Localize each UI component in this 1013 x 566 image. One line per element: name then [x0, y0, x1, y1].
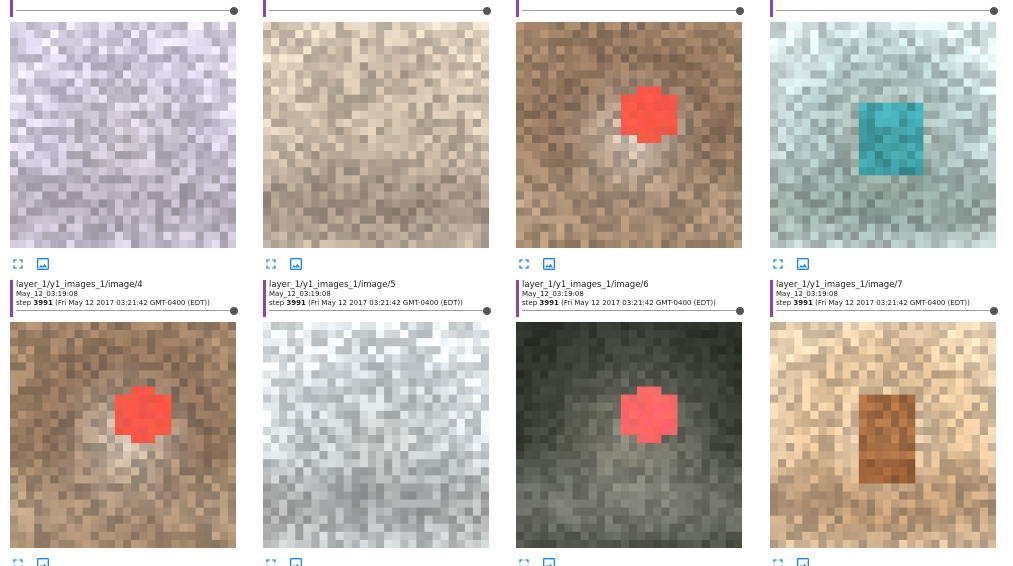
card-tag: layer_1/y1_images_1/image/7 — [776, 280, 903, 290]
step-slider[interactable] — [522, 307, 744, 315]
thumbnail-image — [770, 22, 996, 248]
slider-track[interactable] — [776, 10, 994, 11]
fullscreen-icon[interactable] — [10, 556, 26, 566]
step-slider[interactable] — [269, 307, 491, 315]
step-slider[interactable] — [16, 307, 238, 315]
card-image[interactable] — [770, 322, 996, 548]
image-icon[interactable] — [35, 256, 51, 272]
step-slider[interactable] — [16, 7, 238, 15]
fullscreen-icon[interactable] — [770, 556, 786, 566]
card-image[interactable] — [263, 322, 489, 548]
image-card-grid: step 3991 (Fri May 12 2017 03:21:42 GMT-… — [0, 0, 1013, 566]
image-icon[interactable] — [35, 556, 51, 566]
slider-track[interactable] — [522, 310, 740, 311]
step-number: 3991 — [286, 299, 306, 307]
image-icon[interactable] — [795, 556, 811, 566]
fullscreen-icon[interactable] — [516, 556, 532, 566]
slider-track[interactable] — [16, 310, 234, 311]
step-prefix: step — [16, 299, 34, 307]
slider-track[interactable] — [16, 10, 234, 11]
card-header: layer_1/y1_images_1/image/4 May_12_03:19… — [10, 280, 238, 317]
step-slider[interactable] — [522, 7, 744, 15]
step-number: 3991 — [793, 299, 813, 307]
image-icon[interactable] — [288, 556, 304, 566]
card-header: layer_1/y1_images_1/image/7 May_12_03:19… — [770, 280, 998, 317]
image-icon[interactable] — [795, 256, 811, 272]
card-header: step 3991 (Fri May 12 2017 03:21:42 GMT-… — [516, 0, 744, 17]
step-slider[interactable] — [776, 7, 998, 15]
step-timestamp: (Fri May 12 2017 03:21:42 GMT-0400 (EDT)… — [52, 299, 210, 307]
card-header: layer_1/y1_images_1/image/5 May_12_03:19… — [263, 280, 491, 317]
image-icon[interactable] — [288, 256, 304, 272]
step-timestamp: (Fri May 12 2017 03:21:42 GMT-0400 (EDT)… — [812, 299, 970, 307]
thumbnail-image — [263, 22, 489, 248]
fullscreen-icon[interactable] — [516, 256, 532, 272]
step-number: 3991 — [539, 299, 559, 307]
card-run: May_12_03:19:08 — [16, 290, 78, 298]
slider-knob[interactable] — [483, 307, 491, 315]
card-header: step 3991 (Fri May 12 2017 03:21:42 GMT-… — [263, 0, 491, 17]
thumbnail-image — [516, 322, 742, 548]
card-image[interactable] — [10, 22, 236, 248]
card-header: layer_1/y1_images_1/image/6 May_12_03:19… — [516, 280, 744, 317]
fullscreen-icon[interactable] — [10, 256, 26, 272]
slider-track[interactable] — [269, 310, 487, 311]
card-tag: layer_1/y1_images_1/image/5 — [269, 280, 396, 290]
card-run: May_12_03:19:08 — [522, 290, 584, 298]
thumbnail-image — [263, 322, 489, 548]
card-image[interactable] — [516, 22, 742, 248]
card-image[interactable] — [10, 322, 236, 548]
fullscreen-icon[interactable] — [770, 256, 786, 272]
slider-knob[interactable] — [230, 307, 238, 315]
image-icon[interactable] — [541, 556, 557, 566]
step-number: 3991 — [33, 299, 53, 307]
step-prefix: step — [776, 299, 794, 307]
slider-track[interactable] — [776, 310, 994, 311]
step-timestamp: (Fri May 12 2017 03:21:42 GMT-0400 (EDT)… — [558, 299, 716, 307]
slider-knob[interactable] — [990, 307, 998, 315]
fullscreen-icon[interactable] — [263, 256, 279, 272]
slider-knob[interactable] — [230, 7, 238, 15]
slider-knob[interactable] — [990, 7, 998, 15]
thumbnail-image — [10, 322, 236, 548]
slider-knob[interactable] — [483, 7, 491, 15]
slider-track[interactable] — [522, 10, 740, 11]
card-header: step 3991 (Fri May 12 2017 03:21:42 GMT-… — [10, 0, 238, 17]
fullscreen-icon[interactable] — [263, 556, 279, 566]
card-header: step 3991 (Fri May 12 2017 03:21:42 GMT-… — [770, 0, 998, 17]
thumbnail-image — [770, 322, 996, 548]
card-image[interactable] — [770, 22, 996, 248]
step-slider[interactable] — [776, 307, 998, 315]
slider-knob[interactable] — [736, 7, 744, 15]
thumbnail-image — [10, 22, 236, 248]
thumbnail-image — [516, 22, 742, 248]
slider-knob[interactable] — [736, 307, 744, 315]
card-image[interactable] — [263, 22, 489, 248]
slider-track[interactable] — [269, 10, 487, 11]
step-prefix: step — [269, 299, 287, 307]
card-run: May_12_03:19:08 — [269, 290, 331, 298]
step-prefix: step — [522, 299, 540, 307]
card-tag: layer_1/y1_images_1/image/4 — [16, 280, 143, 290]
image-icon[interactable] — [541, 256, 557, 272]
step-slider[interactable] — [269, 7, 491, 15]
card-image[interactable] — [516, 322, 742, 548]
card-run: May_12_03:19:08 — [776, 290, 838, 298]
step-timestamp: (Fri May 12 2017 03:21:42 GMT-0400 (EDT)… — [305, 299, 463, 307]
card-tag: layer_1/y1_images_1/image/6 — [522, 280, 649, 290]
